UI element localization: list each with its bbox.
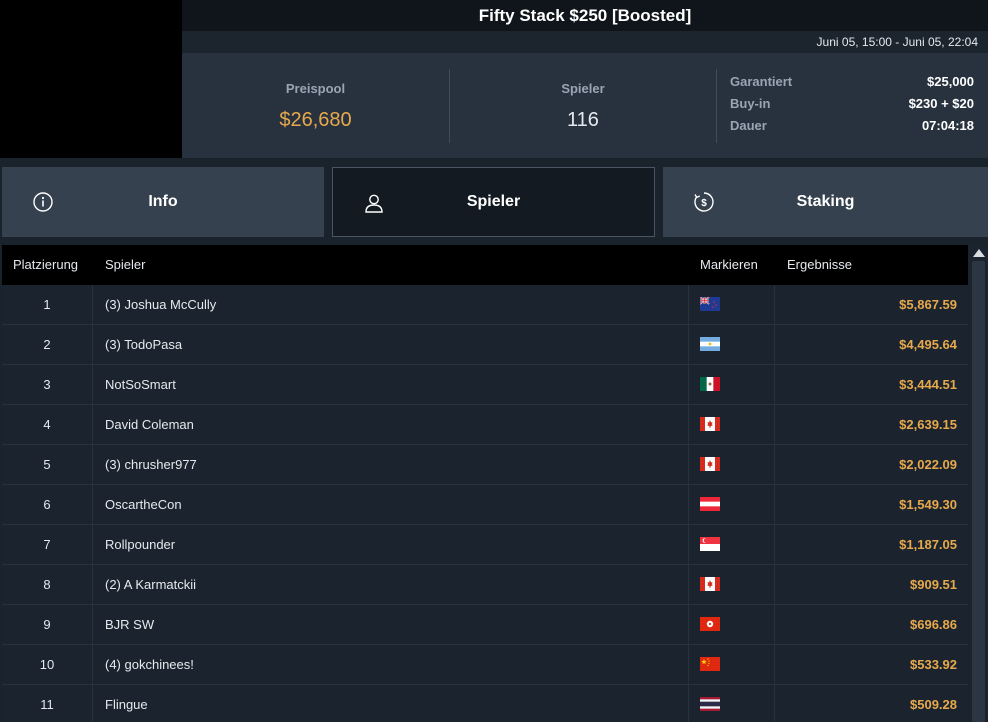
row-player-name[interactable]: OscartheCon — [105, 485, 182, 525]
tab-info-label: Info — [148, 193, 178, 210]
row-result: $533.92 — [910, 657, 957, 672]
row-player-name[interactable]: David Coleman — [105, 405, 194, 445]
row-rank: 11 — [40, 697, 54, 712]
user-icon — [365, 194, 383, 213]
table-row[interactable]: 9 BJR SW $696.86 — [2, 605, 968, 645]
players-label: Spieler — [561, 81, 605, 96]
row-result: $5,867.59 — [899, 297, 957, 312]
row-result: $696.86 — [910, 617, 957, 632]
table-row[interactable]: 4 David Coleman $2,639.15 — [2, 405, 968, 445]
table-row[interactable]: 3 NotSoSmart $3,444.51 — [2, 365, 968, 405]
row-player-name[interactable]: (3) Joshua McCully — [105, 285, 216, 325]
tab-staking[interactable]: $ Staking — [663, 167, 988, 237]
country-flag-icon — [700, 497, 720, 511]
row-rank: 4 — [43, 417, 51, 432]
row-rank: 8 — [43, 577, 51, 592]
row-result: $4,495.64 — [899, 337, 957, 352]
tournament-logo — [0, 0, 182, 158]
country-flag-icon — [700, 417, 720, 431]
row-player-name[interactable]: (3) chrusher977 — [105, 445, 197, 485]
table-row[interactable]: 7 Rollpounder $1,187.05 — [2, 525, 968, 565]
row-result: $1,187.05 — [899, 537, 957, 552]
country-flag-icon — [700, 377, 720, 391]
tournament-title: Fifty Stack $250 [Boosted] — [182, 0, 988, 31]
table-row[interactable]: 1 (3) Joshua McCully $5,867.59 — [2, 285, 968, 325]
guaranteed-label: Garantiert — [730, 73, 793, 89]
tab-bar: Info Spieler $ Staking — [0, 167, 988, 237]
table-row[interactable]: 11 Flingue $509.28 — [2, 685, 968, 722]
info-icon — [33, 192, 53, 212]
tab-staking-label: Staking — [796, 193, 855, 210]
row-rank: 3 — [43, 377, 51, 392]
row-result: $3,444.51 — [899, 377, 957, 392]
players-stat: Spieler 116 — [450, 53, 716, 158]
row-result: $909.51 — [910, 577, 957, 592]
row-rank: 10 — [39, 657, 55, 672]
prize-pool-value: $26,680 — [279, 109, 352, 131]
guaranteed-row: Garantiert $25,000 — [717, 70, 979, 92]
country-flag-icon — [700, 697, 720, 711]
buyin-value: $230 + $20 — [908, 95, 974, 111]
tab-players-label: Spieler — [466, 193, 521, 210]
row-player-name[interactable]: Rollpounder — [105, 525, 175, 565]
country-flag-icon — [700, 537, 720, 551]
row-rank: 6 — [43, 497, 51, 512]
row-result: $509.28 — [910, 697, 957, 712]
duration-value: 07:04:18 — [921, 117, 974, 133]
tournament-details: Garantiert $25,000 Buy-in $230 + $20 Dau… — [717, 70, 979, 136]
row-player-name[interactable]: NotSoSmart — [105, 365, 176, 405]
row-player-name[interactable]: BJR SW — [105, 605, 154, 645]
table-row[interactable]: 5 (3) chrusher977 $2,022.09 — [2, 445, 968, 485]
row-player-name[interactable]: (2) A Karmatckii — [105, 565, 196, 605]
tab-info[interactable]: Info — [2, 167, 324, 237]
country-flag-icon — [699, 296, 720, 311]
prize-pool-label: Preispool — [285, 81, 346, 96]
country-flag-icon — [700, 337, 720, 351]
row-rank: 1 — [43, 297, 51, 312]
tab-players[interactable]: Spieler — [332, 167, 655, 237]
scroll-thumb[interactable] — [972, 261, 985, 722]
tournament-date-range: Juni 05, 15:00 - Juni 05, 22:04 — [182, 31, 988, 53]
players-table: Platzierung Spieler Markieren Ergebnisse… — [2, 245, 968, 722]
row-player-name[interactable]: (4) gokchinees! — [105, 645, 194, 685]
column-header-rank[interactable]: Platzierung — [13, 245, 78, 285]
buyin-label: Buy-in — [730, 95, 771, 111]
column-header-player[interactable]: Spieler — [105, 245, 145, 285]
row-player-name[interactable]: Flingue — [105, 685, 148, 722]
row-rank: 2 — [43, 337, 51, 352]
table-header: Platzierung Spieler Markieren Ergebnisse — [2, 245, 968, 285]
tournament-stats-panel: Preispool $26,680 Spieler 116 Garantiert… — [182, 53, 988, 158]
country-flag-icon — [700, 457, 720, 471]
row-result: $1,549.30 — [899, 497, 957, 512]
country-flag-icon — [700, 577, 720, 591]
buyin-row: Buy-in $230 + $20 — [717, 92, 979, 114]
column-header-results[interactable]: Ergebnisse — [787, 245, 852, 285]
row-rank: 5 — [43, 457, 51, 472]
table-row[interactable]: 10 (4) gokchinees! $533.92 — [2, 645, 968, 685]
country-flag-icon — [700, 657, 720, 671]
row-rank: 7 — [43, 537, 51, 552]
players-value: 116 — [567, 109, 599, 131]
duration-label: Dauer — [730, 117, 767, 133]
table-row[interactable]: 6 OscartheCon $1,549.30 — [2, 485, 968, 525]
table-row[interactable]: 8 (2) A Karmatckii $909.51 — [2, 565, 968, 605]
table-row[interactable]: 2 (3) TodoPasa $4,495.64 — [2, 325, 968, 365]
column-header-flag[interactable]: Markieren — [700, 245, 758, 285]
scroll-up-arrow[interactable] — [973, 249, 985, 257]
table-scrollbar[interactable] — [970, 245, 988, 722]
prize-pool-stat: Preispool $26,680 — [182, 53, 449, 158]
country-flag-icon — [700, 617, 720, 631]
row-result: $2,639.15 — [899, 417, 957, 432]
guaranteed-value: $25,000 — [927, 73, 974, 89]
duration-row: Dauer 07:04:18 — [717, 114, 979, 136]
row-rank: 9 — [43, 617, 51, 632]
dollar-cycle-icon: $ — [694, 192, 714, 212]
row-player-name[interactable]: (3) TodoPasa — [105, 325, 182, 365]
svg-text:$: $ — [701, 198, 707, 209]
row-result: $2,022.09 — [899, 457, 957, 472]
